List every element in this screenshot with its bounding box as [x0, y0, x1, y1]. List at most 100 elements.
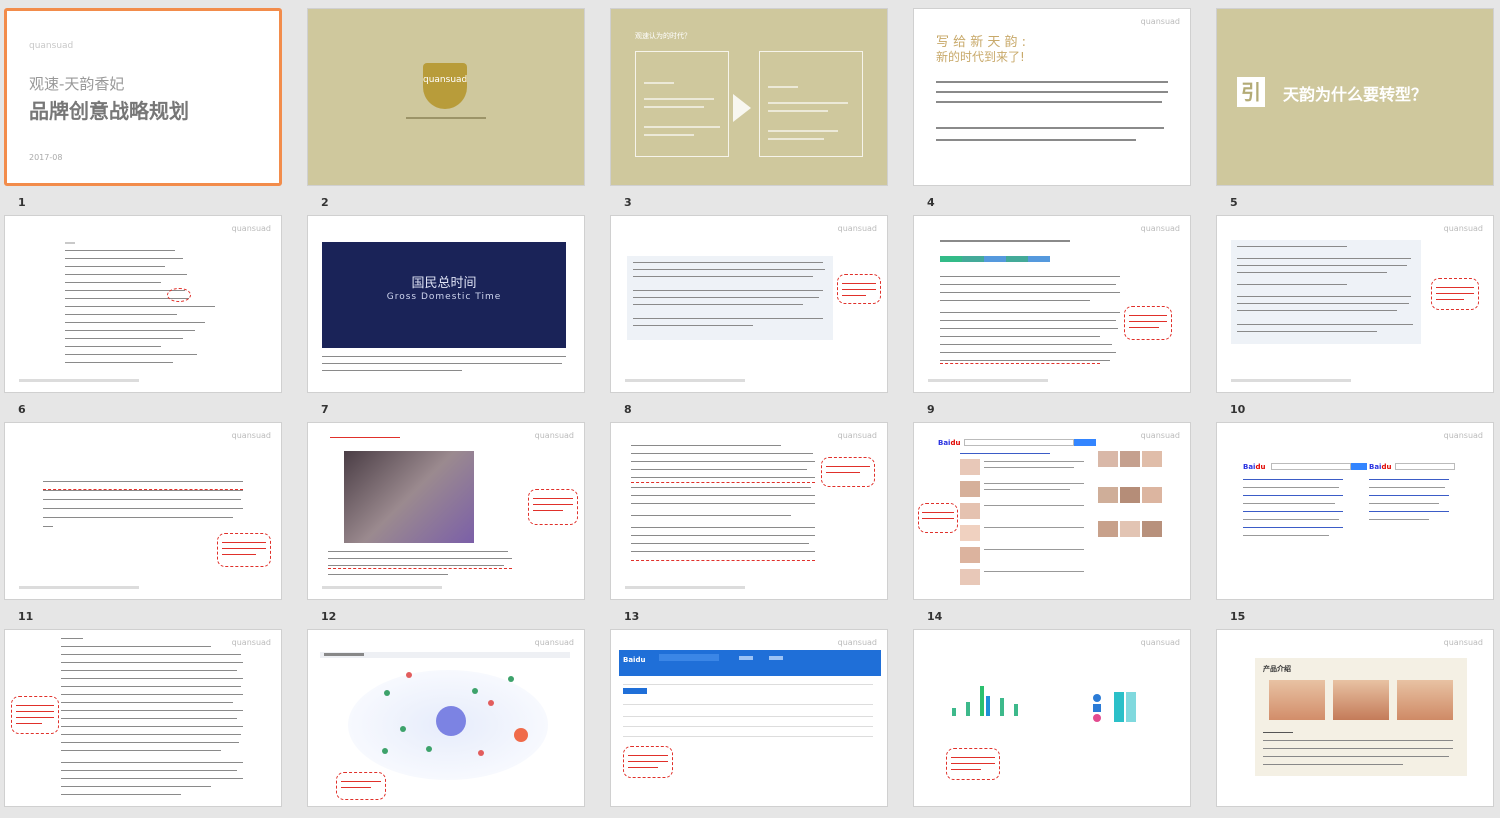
- slide-10-canvas: quansuad: [1216, 215, 1494, 393]
- section-label: 产品介绍: [1263, 665, 1291, 673]
- annotation-note: [623, 746, 673, 778]
- slide-thumbnail-19[interactable]: quansuad: [913, 629, 1191, 811]
- slide-thumbnail-2[interactable]: quansuad 2: [307, 8, 585, 209]
- slide-20-canvas: quansuad 产品介绍: [1216, 629, 1494, 807]
- brand-badge-logo: quansuad: [423, 63, 467, 109]
- slide-thumbnail-14[interactable]: quansuad Baidu 14: [913, 422, 1191, 623]
- image-title-en: Gross Domestic Time: [386, 292, 502, 302]
- annotation-note: [528, 489, 578, 525]
- slide-7-canvas: 国民总时间 Gross Domestic Time: [307, 215, 585, 393]
- annotation-note: [217, 533, 271, 567]
- slide-thumbnail-9[interactable]: quansuad 9: [913, 215, 1191, 416]
- brand-logo: quansuad: [231, 638, 271, 647]
- slide-3-canvas: 观速认为的时代？: [610, 8, 888, 186]
- highlight-node: [514, 728, 528, 742]
- slide-2-canvas: quansuad: [307, 8, 585, 186]
- slide-5-canvas: 引 天韵为什么要转型？: [1216, 8, 1494, 186]
- central-node: [436, 706, 466, 736]
- annotation-note: [336, 772, 386, 800]
- treatment-photo: [344, 451, 474, 543]
- slide-footer: [928, 379, 1048, 382]
- slide-thumbnail-15[interactable]: quansuad Baidu Baidu 15: [1216, 422, 1494, 623]
- slide-thumbnail-13[interactable]: quansuad 13: [610, 422, 888, 623]
- slide-19-canvas: quansuad: [913, 629, 1191, 807]
- slide-thumbnail-3[interactable]: 观速认为的时代？ 3: [610, 8, 888, 209]
- slide-title-line1: 观速-天韵香妃: [29, 75, 125, 93]
- baidu-logo-icon: Baidu: [1243, 463, 1266, 471]
- brand-logo: quansuad: [231, 224, 271, 233]
- slide-footer: [1231, 379, 1351, 382]
- product-image-3: [1397, 680, 1453, 720]
- brand-logo: quansuad: [837, 431, 877, 440]
- slide-footer: [19, 379, 139, 382]
- gdt-stage-image: 国民总时间 Gross Domestic Time: [322, 242, 566, 348]
- slide-footer: [19, 586, 139, 589]
- slide-number: 13: [624, 610, 640, 623]
- slide-thumbnail-12[interactable]: quansuad 12: [307, 422, 585, 623]
- baidu-index-header: Baidu: [619, 650, 881, 676]
- slide-number: 15: [1230, 610, 1246, 623]
- annotation-note: [946, 748, 1000, 780]
- image-title-cn: 国民总时间: [411, 276, 477, 291]
- slide-4-canvas: quansuad 写 给 新 天 韵 : 新的时代到来了!: [913, 8, 1191, 186]
- text-block: [627, 256, 833, 340]
- brand-logo: quansuad: [837, 638, 877, 647]
- brand-logo: quansuad: [231, 431, 271, 440]
- slide-thumbnail-11[interactable]: quansuad 11: [4, 422, 282, 623]
- slide-thumbnail-10[interactable]: quansuad 10: [1216, 215, 1494, 416]
- search-box: [1395, 463, 1455, 470]
- right-concept-box: [759, 51, 863, 157]
- slide-title-line2: 新的时代到来了!: [936, 50, 1025, 64]
- brand-logo: quansuad: [837, 224, 877, 233]
- section-mark: 引: [1237, 77, 1265, 107]
- slide-date: 2017-08: [29, 153, 63, 162]
- slide-1-canvas: quansuad 观速-天韵香妃 品牌创意战略规划 2017-08: [4, 8, 282, 186]
- search-button: [1074, 439, 1096, 446]
- brand-logo: quansuad: [1140, 17, 1180, 26]
- slide-thumbnail-7[interactable]: 国民总时间 Gross Domestic Time 7: [307, 215, 585, 416]
- slide-15-canvas: quansuad Baidu Baidu: [1216, 422, 1494, 600]
- slide-thumbnail-1[interactable]: quansuad 观速-天韵香妃 品牌创意战略规划 2017-08 1: [4, 8, 282, 209]
- annotation-note: [11, 696, 59, 734]
- product-image-2: [1333, 680, 1389, 720]
- slide-footer: [625, 379, 745, 382]
- slide-thumbnail-5[interactable]: 引 天韵为什么要转型？ 5: [1216, 8, 1494, 209]
- slide-number: 9: [927, 403, 935, 416]
- slide-thumbnail-20[interactable]: quansuad 产品介绍: [1216, 629, 1494, 811]
- baidu-logo-icon: Baidu: [938, 439, 961, 447]
- arrow-right-icon: [733, 94, 751, 122]
- slide-thumbnail-17[interactable]: quansuad: [307, 629, 585, 811]
- slide-footer: [322, 586, 442, 589]
- image-grid: [1098, 451, 1168, 591]
- slide-14-canvas: quansuad Baidu: [913, 422, 1191, 600]
- search-box: [1271, 463, 1351, 470]
- slide-6-canvas: quansuad: [4, 215, 282, 393]
- annotation-note: [918, 503, 958, 533]
- slide-thumbnail-4[interactable]: quansuad 写 给 新 天 韵 : 新的时代到来了! 4: [913, 8, 1191, 209]
- section-question: 天韵为什么要转型？: [1283, 85, 1428, 104]
- brand-logo: quansuad: [1140, 638, 1180, 647]
- badge-caption: [398, 117, 494, 119]
- slide-18-canvas: quansuad Baidu: [610, 629, 888, 807]
- brand-logo: quansuad: [534, 638, 574, 647]
- annotation-note: [1431, 278, 1479, 310]
- slide-number: 1: [18, 196, 26, 209]
- gender-ratio-icon: [1090, 694, 1104, 724]
- brand-logo: quansuad: [1443, 224, 1483, 233]
- results-column: [960, 453, 1090, 593]
- slide-9-canvas: quansuad: [913, 215, 1191, 393]
- slide-footer: [625, 586, 745, 589]
- share-bar: [940, 256, 1050, 262]
- annotation-note: [821, 457, 875, 487]
- slide-thumbnail-8[interactable]: quansuad 8: [610, 215, 888, 416]
- bar-chart: [944, 676, 1034, 716]
- slide-thumbnail-6[interactable]: quansuad 6: [4, 215, 282, 416]
- slide-number: 6: [18, 403, 26, 416]
- brand-logo: quansuad: [1140, 224, 1180, 233]
- baidu-logo-icon: Baidu: [1369, 463, 1392, 471]
- annotation-note: [837, 274, 881, 304]
- annotation-circle: [167, 288, 191, 302]
- slide-thumbnail-16[interactable]: quansuad: [4, 629, 282, 811]
- slide-thumbnail-18[interactable]: quansuad Baidu: [610, 629, 888, 811]
- text-block: [1231, 240, 1421, 344]
